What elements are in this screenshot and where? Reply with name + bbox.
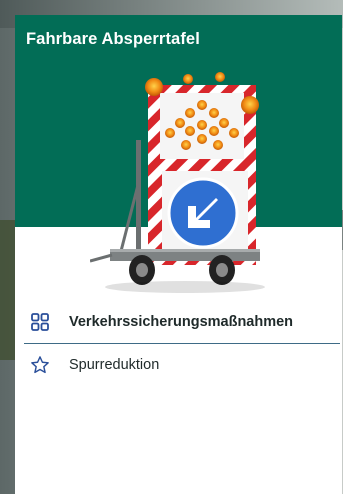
category-menu: Verkehrssicherungsmaßnahmen Spurreduktio… <box>24 303 340 383</box>
grid-icon <box>30 312 50 332</box>
mobile-barrier-trailer-image <box>90 65 270 297</box>
star-icon <box>30 355 50 375</box>
page: Fahrbare Absperrtafel Verkehrssicherungs… <box>0 0 343 494</box>
menu-item-spurreduktion[interactable]: Spurreduktion <box>24 346 340 383</box>
menu-divider <box>24 343 340 344</box>
menu-item-verkehrssicherungsmassnahmen[interactable]: Verkehrssicherungsmaßnahmen <box>24 303 340 340</box>
card-title: Fahrbare Absperrtafel <box>26 30 200 48</box>
menu-item-label: Verkehrssicherungsmaßnahmen <box>69 313 294 330</box>
menu-item-label: Spurreduktion <box>69 356 160 373</box>
product-card[interactable]: Fahrbare Absperrtafel Verkehrssicherungs… <box>15 15 342 494</box>
